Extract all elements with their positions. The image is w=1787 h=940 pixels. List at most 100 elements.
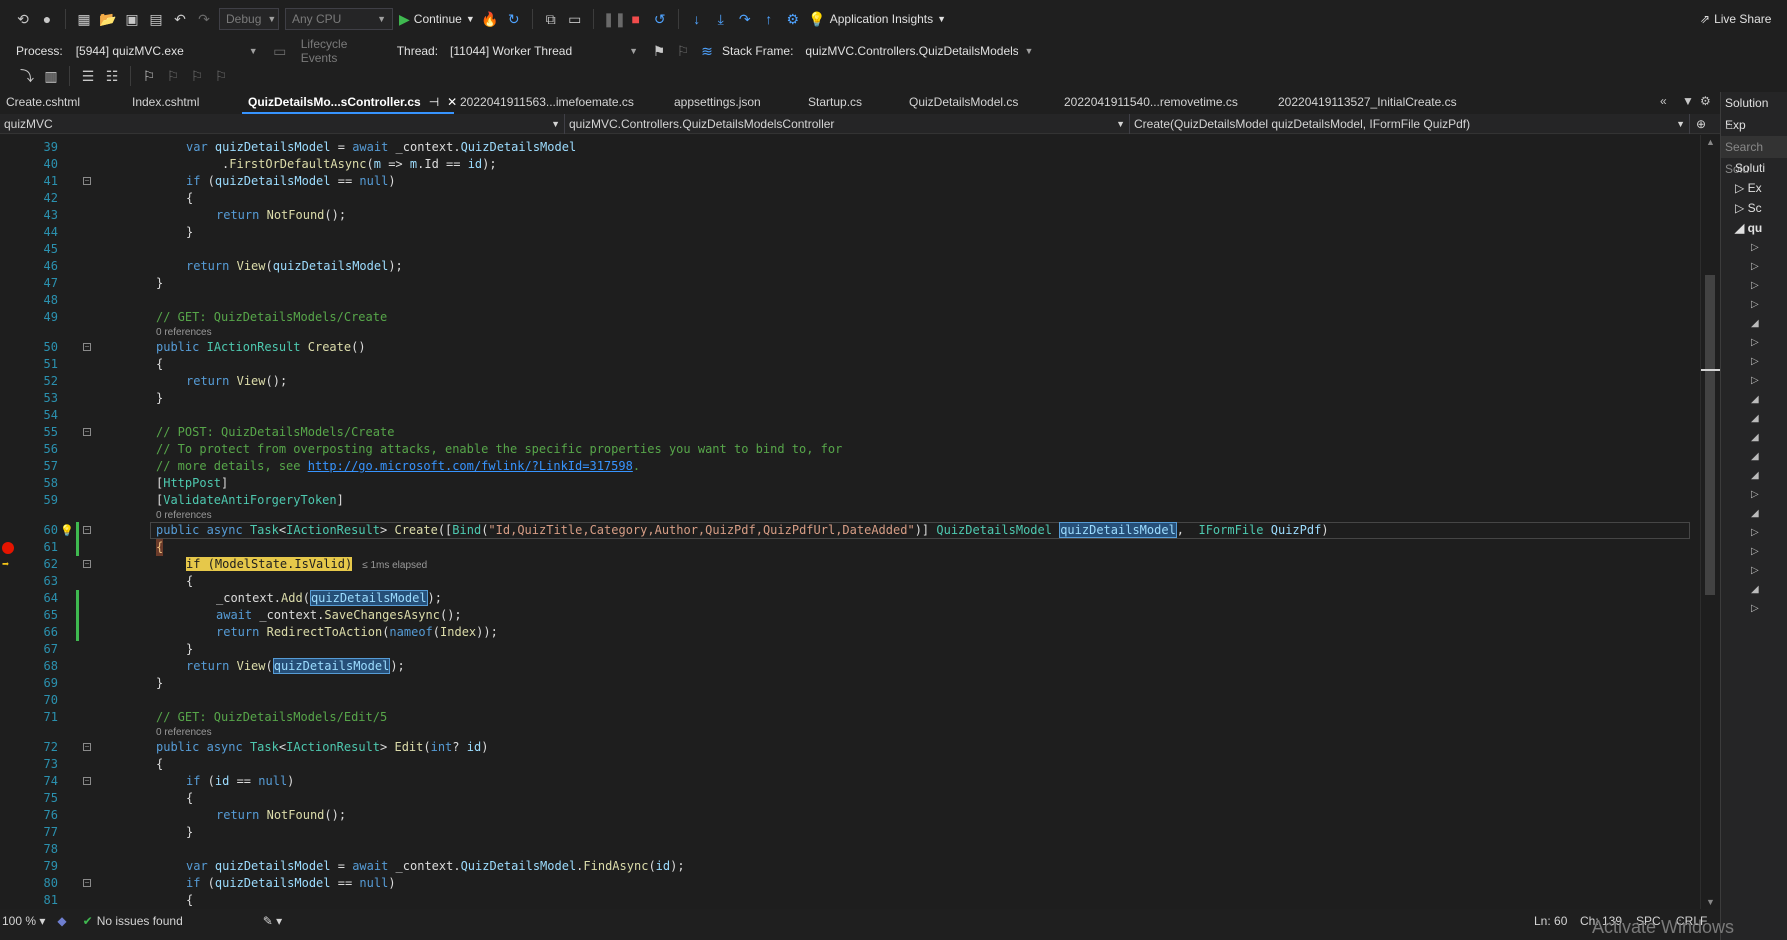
brush-icon[interactable]: ✎ ▾ xyxy=(263,914,282,928)
copilot-icon[interactable]: ◆ xyxy=(57,914,66,928)
browser-link-icon[interactable]: ⧉ xyxy=(542,10,560,28)
clear-bookmarks-icon[interactable]: ⚐ xyxy=(212,67,230,85)
perf-tip[interactable]: ≤ 1ms elapsed xyxy=(362,560,427,571)
layout-icon[interactable]: ▭ xyxy=(566,10,584,28)
code-line: 45 xyxy=(0,241,1700,258)
forward-icon[interactable]: ● xyxy=(38,10,56,28)
tab-appsettings[interactable]: appsettings.json xyxy=(668,92,802,114)
current-statement: if (ModelState.IsValid) xyxy=(186,557,353,571)
stack-frame-dropdown[interactable]: quizMVC.Controllers.QuizDetailsModelsC ▼ xyxy=(799,40,1040,62)
collapse-icon[interactable]: − xyxy=(83,526,91,534)
code-editor[interactable]: 39 var quizDetailsModel = await _context.… xyxy=(0,135,1700,909)
collapse-icon[interactable]: − xyxy=(83,560,91,568)
settings-gear-icon[interactable]: ⚙ xyxy=(1700,94,1711,108)
project-dropdown[interactable]: quizMVC ▼ xyxy=(0,113,565,134)
tree-item[interactable]: ▷ Sc xyxy=(1721,198,1787,218)
line-number: 77 xyxy=(43,825,58,839)
solution-search-input[interactable]: Search Solu xyxy=(1721,136,1787,176)
scroll-tabs-icon[interactable]: « xyxy=(1660,94,1667,108)
undo-icon[interactable]: ↶ xyxy=(171,10,189,28)
tree-item[interactable]: ◢ qu xyxy=(1721,218,1787,238)
comment-icon[interactable]: ☰ xyxy=(79,67,97,85)
param-info-icon[interactable]: ▥ xyxy=(42,67,60,85)
pin-icon[interactable]: ⊣ xyxy=(429,95,439,109)
tree-item[interactable]: ▷ Ex xyxy=(1721,178,1787,198)
home-icon[interactable]: ⌂ xyxy=(1725,118,1732,132)
thread-dropdown[interactable]: [11044] Worker Thread ▼ xyxy=(444,40,645,62)
prev-bookmark-icon[interactable]: ⚐ xyxy=(164,67,182,85)
codelens-references[interactable]: 0 references xyxy=(156,327,212,339)
doc-link[interactable]: http://go.microsoft.com/fwlink/?LinkId=3… xyxy=(308,459,633,473)
tab-create-cshtml[interactable]: Create.cshtml xyxy=(0,92,126,114)
tab-quizdetailsmodel[interactable]: QuizDetailsModel.cs xyxy=(903,92,1058,114)
lightbulb-icon[interactable]: 💡 xyxy=(60,522,74,539)
collapse-icon[interactable]: − xyxy=(83,343,91,351)
hot-reload-icon[interactable]: 🔥 xyxy=(481,10,499,28)
collapse-icon[interactable]: − xyxy=(83,743,91,751)
diagnostic-icon[interactable]: ⚙ xyxy=(784,10,802,28)
lifecycle-dropdown[interactable]: Lifecycle Events xyxy=(294,37,391,65)
tab-list-icon[interactable]: ▼ xyxy=(1682,94,1694,108)
line-indicator[interactable]: Ln: 60 xyxy=(1534,914,1567,928)
uncomment-icon[interactable]: ☷ xyxy=(103,67,121,85)
code-line: 80− if (quizDetailsModel == null) xyxy=(0,875,1700,892)
codelens-references[interactable]: 0 references xyxy=(156,727,212,739)
quick-info-icon[interactable]: ⤵ xyxy=(18,67,36,85)
continue-button[interactable]: ▶ Continue ▼ xyxy=(399,11,475,28)
scroll-down-icon[interactable]: ▼ xyxy=(1706,897,1715,907)
back-icon[interactable]: ⟲ xyxy=(14,10,32,28)
pause-icon[interactable]: ❚❚ xyxy=(603,10,626,28)
code-line: 70 xyxy=(0,692,1700,709)
collapse-icon[interactable]: − xyxy=(83,428,91,436)
collapse-icon[interactable]: − xyxy=(83,879,91,887)
member-dropdown[interactable]: Create(QuizDetailsModel quizDetailsModel… xyxy=(1130,113,1690,134)
line-number: 72 xyxy=(43,740,58,754)
app-insights-button[interactable]: 💡 Application Insights ▼ xyxy=(808,10,946,28)
scroll-thumb[interactable] xyxy=(1705,275,1715,595)
tab-index-cshtml[interactable]: Index.cshtml xyxy=(126,92,242,114)
redo-icon[interactable]: ↷ xyxy=(195,10,213,28)
next-bookmark-icon[interactable]: ⚐ xyxy=(188,67,206,85)
new-project-icon[interactable]: ▦ xyxy=(75,10,93,28)
flag-icon[interactable]: ⚑ xyxy=(650,42,668,60)
process-dropdown[interactable]: [5944] quizMVC.exe ▼ xyxy=(68,40,265,62)
line-number: 69 xyxy=(43,676,58,690)
bookmark-icon[interactable]: ⚐ xyxy=(140,67,158,85)
issues-indicator[interactable]: ✔ No issues found xyxy=(83,914,183,928)
line-number: 45 xyxy=(43,242,58,256)
breakpoint-icon[interactable] xyxy=(2,542,14,554)
thread-filter-icon[interactable]: ⚐ xyxy=(674,42,692,60)
step-out-icon[interactable]: ↑ xyxy=(760,10,778,28)
tab-startup[interactable]: Startup.cs xyxy=(802,92,903,114)
stop-icon[interactable]: ■ xyxy=(627,10,645,28)
platform-dropdown[interactable]: Any CPU ▼ xyxy=(285,8,393,30)
tab-initialcreate-migration[interactable]: 20220419113527_InitialCreate.cs xyxy=(1272,92,1642,114)
save-all-icon[interactable]: ▤ xyxy=(147,10,165,28)
tab-removetime-migration[interactable]: 2022041911540...removetime.cs xyxy=(1058,92,1272,114)
zoom-dropdown[interactable]: 100 % ▾ xyxy=(2,914,45,928)
live-share-label: Live Share xyxy=(1714,12,1772,26)
open-folder-icon[interactable]: 📂 xyxy=(99,10,117,28)
document-tabs: Create.cshtml Index.cshtml QuizDetailsMo… xyxy=(0,92,1787,114)
class-dropdown[interactable]: quizMVC.Controllers.QuizDetailsModelsCon… xyxy=(565,113,1130,134)
activate-windows-watermark: Activate Windows xyxy=(1592,917,1735,937)
collapse-icon[interactable]: − xyxy=(83,177,91,185)
tab-quizdetails-controller[interactable]: QuizDetailsMo...sController.cs ⊣ ✕ xyxy=(242,92,457,114)
line-number: 53 xyxy=(43,391,58,405)
show-next-statement-icon[interactable]: ↓ xyxy=(688,10,706,28)
restart-icon[interactable]: ↺ xyxy=(651,10,669,28)
main-toolbar: ⟲ ● ▦ 📂 ▣ ▤ ↶ ↷ Debug ▼ Any CPU ▼ ▶ Continu… xyxy=(0,0,1787,38)
save-icon[interactable]: ▣ xyxy=(123,10,141,28)
collapse-icon[interactable]: − xyxy=(83,777,91,785)
editor-scrollbar[interactable]: ▲ ▼ xyxy=(1700,135,1721,909)
refresh-icon[interactable]: ↻ xyxy=(505,10,523,28)
split-icon[interactable]: ⊕ xyxy=(1696,117,1706,131)
scroll-up-icon[interactable]: ▲ xyxy=(1706,137,1715,147)
step-into-icon[interactable]: ⤓ xyxy=(712,10,730,28)
tab-timeformate-migration[interactable]: 2022041911563...imefoemate.cs xyxy=(454,92,668,114)
divider xyxy=(677,9,679,29)
live-share-button[interactable]: ⇗ Live Share xyxy=(1700,12,1771,26)
codelens-references[interactable]: 0 references xyxy=(156,510,212,522)
config-dropdown[interactable]: Debug ▼ xyxy=(219,8,279,30)
step-over-icon[interactable]: ↷ xyxy=(736,10,754,28)
